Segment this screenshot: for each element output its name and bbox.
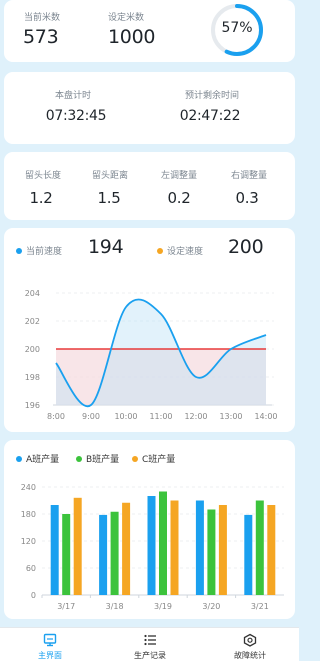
- y-tick-label: 60: [26, 564, 36, 573]
- bottom-tab-bar: 主界面 生产记录 故障统计: [0, 627, 299, 661]
- bar: [207, 509, 216, 595]
- x-tick-label: 12:00: [184, 412, 207, 421]
- monitor-icon: [43, 633, 57, 647]
- tab-production-records-label: 生产记录: [134, 651, 166, 660]
- bar: [50, 505, 59, 595]
- y-tick-label: 196: [25, 401, 40, 410]
- y-tick-label: 204: [25, 289, 40, 298]
- y-tick-label: 180: [21, 510, 36, 519]
- bar: [122, 502, 131, 595]
- y-tick-label: 198: [25, 373, 40, 382]
- bar: [218, 505, 227, 595]
- bar: [147, 496, 156, 595]
- param-label: 留头长度: [24, 171, 62, 181]
- bar: [62, 514, 71, 595]
- tab-fault-stats-label: 故障统计: [234, 651, 266, 660]
- bar: [267, 505, 276, 595]
- y-tick-label: 202: [25, 317, 40, 326]
- param-label: 左调整量: [160, 171, 198, 181]
- progress-text: 57%: [221, 20, 253, 36]
- param-value: 0.3: [235, 189, 259, 207]
- bar: [110, 511, 119, 595]
- bar: [244, 514, 253, 595]
- y-tick-label: 240: [21, 483, 36, 492]
- x-tick-label: 3/18: [106, 602, 124, 611]
- elapsed-value: 07:32:45: [45, 108, 107, 124]
- speed-card: 当前速度 194 设定速度 200 204 202 200 198 196 8:00 9:0…: [4, 228, 295, 432]
- set-meters-value: 1000: [108, 26, 156, 48]
- y-tick-label: 0: [31, 591, 36, 600]
- x-tick-label: 11:00: [149, 412, 172, 421]
- bar: [73, 497, 82, 595]
- param-value: 1.5: [97, 189, 121, 207]
- elapsed-label: 本盘计时: [54, 91, 92, 101]
- tab-main-label: 主界面: [38, 651, 62, 660]
- x-tick-label: 8:00: [47, 412, 65, 421]
- bar: [255, 500, 264, 595]
- bar: [195, 500, 204, 595]
- x-tick-label: 3/19: [154, 602, 172, 611]
- fault-icon: [243, 633, 257, 647]
- meters-card: 当前米数 573 设定米数 1000 57%: [4, 0, 295, 62]
- production-card: A班产量 B班产量 C班产量 240 180 120 60 0 3/17 3/18 3/19 3…: [4, 440, 295, 619]
- remaining-value: 02:47:22: [179, 108, 241, 124]
- speed-line-chart: 204 202 200 198 196 8:00 9:00 10:00 11:00 12:00 13…: [25, 289, 278, 421]
- current-meters-label: 当前米数: [24, 13, 61, 23]
- x-tick-label: 3/17: [57, 602, 75, 611]
- x-tick-label: 9:00: [82, 412, 100, 421]
- param-label: 留头距离: [91, 171, 129, 181]
- param-value: 0.2: [167, 189, 191, 207]
- x-tick-label: 14:00: [254, 412, 277, 421]
- tab-fault-stats[interactable]: 故障统计: [200, 628, 300, 661]
- y-tick-label: 200: [25, 345, 40, 354]
- tab-production-records[interactable]: 生产记录: [100, 628, 200, 661]
- bar: [170, 500, 179, 595]
- param-label: 右调整量: [230, 171, 268, 181]
- set-meters-label: 设定米数: [108, 13, 145, 23]
- bar: [99, 514, 108, 595]
- list-icon: [144, 634, 156, 646]
- params-card: 留头长度 1.2 留头距离 1.5 左调整量 0.2 右调整量 0.3: [4, 152, 295, 220]
- tab-main[interactable]: 主界面: [0, 628, 100, 661]
- param-value: 1.2: [29, 189, 53, 207]
- current-meters-value: 573: [23, 26, 59, 48]
- timing-card: 本盘计时 07:32:45 预计剩余时间 02:47:22: [4, 72, 295, 144]
- x-tick-label: 3/21: [251, 602, 269, 611]
- x-tick-label: 13:00: [219, 412, 242, 421]
- remaining-label: 预计剩余时间: [184, 91, 240, 101]
- production-bar-chart: 240 180 120 60 0 3/17 3/18 3/19 3/20 3/21: [21, 483, 284, 611]
- x-tick-label: 10:00: [114, 412, 137, 421]
- progress-ring: 57%: [209, 2, 265, 58]
- x-tick-label: 3/20: [202, 602, 220, 611]
- bar: [159, 491, 167, 595]
- y-tick-label: 120: [21, 537, 36, 546]
